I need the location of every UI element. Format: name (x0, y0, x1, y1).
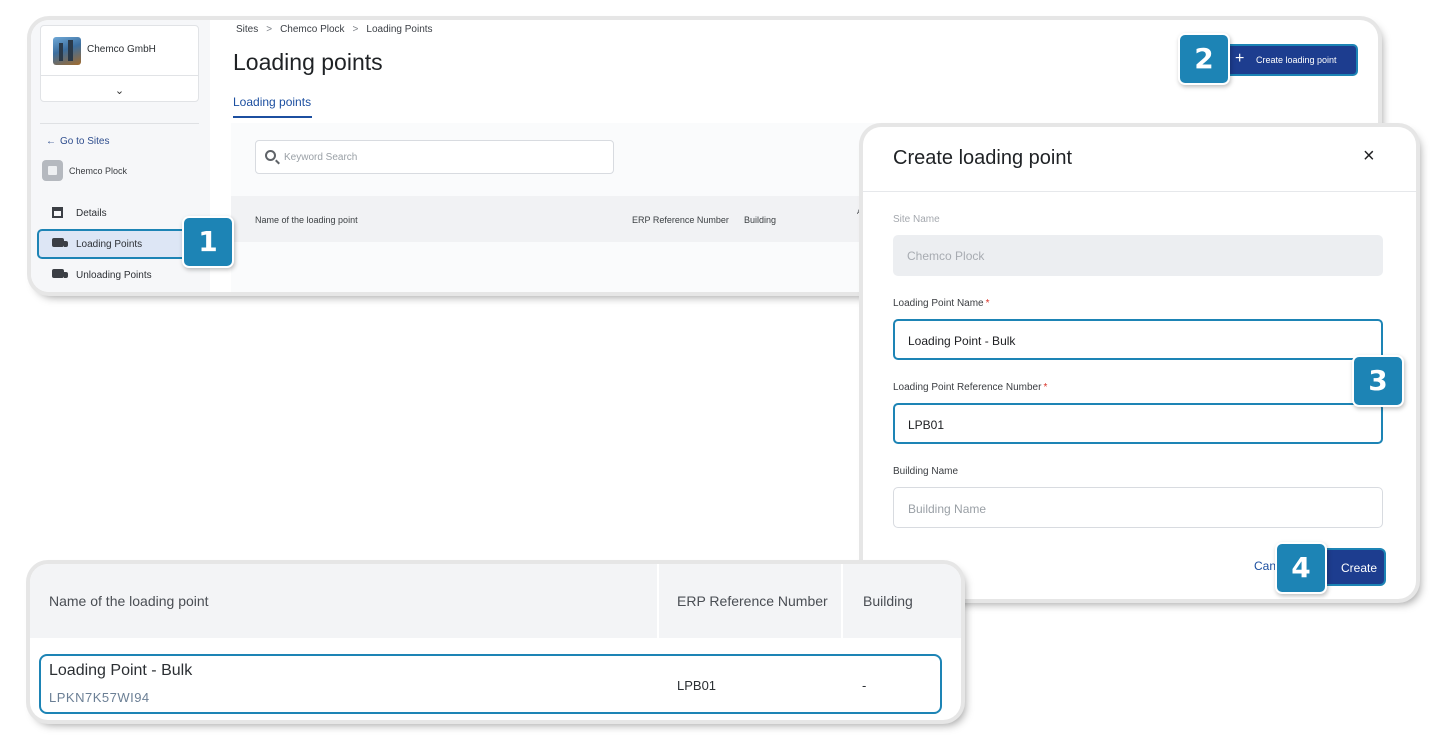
loading-point-name-label-text: Loading Point Name (893, 298, 984, 309)
column-divider (841, 564, 843, 638)
site-name: Chemco Plock (69, 166, 128, 176)
building-name-field[interactable]: Building Name (893, 487, 1383, 528)
row-loading-point-name: Loading Point - Bulk (49, 662, 193, 679)
loading-point-name-value: Loading Point - Bulk (908, 334, 1016, 348)
create-loading-point-dialog: Create loading point × Site Name Chemco … (863, 127, 1416, 599)
arrow-left-icon: ← (46, 136, 56, 147)
sidebar-item-label: Unloading Points (76, 270, 152, 281)
sidebar-item-loading-points[interactable]: Loading Points (39, 231, 187, 257)
step-badge-2: 2 (1178, 33, 1230, 85)
row-building: - (862, 678, 867, 693)
site-icon (42, 160, 63, 181)
loading-point-name-label: Loading Point Name * (893, 298, 990, 309)
required-marker: * (1043, 382, 1048, 393)
tab-underline (233, 116, 312, 118)
column-header-building[interactable]: Building (744, 215, 776, 225)
search-placeholder: Keyword Search (284, 152, 358, 163)
go-to-sites-label: Go to Sites (60, 136, 110, 147)
sidebar-divider (40, 123, 199, 124)
create-loading-point-button[interactable]: + Create loading point (1227, 46, 1356, 74)
dialog-title: Create loading point (893, 147, 1073, 169)
org-switcher[interactable]: Chemco GmbH ⌄ (40, 25, 199, 102)
breadcrumb-sites[interactable]: Sites (236, 24, 258, 35)
step-badge-1: 1 (182, 216, 234, 268)
site-name-field: Chemco Plock (893, 235, 1383, 276)
step-badge-4: 4 (1275, 542, 1327, 594)
tab-loading-points[interactable]: Loading points (233, 95, 311, 109)
reference-number-value: LPB01 (908, 418, 945, 432)
search-input[interactable]: Keyword Search (255, 140, 614, 174)
breadcrumb-separator: > (266, 24, 273, 35)
dialog-divider (863, 191, 1416, 192)
page-title: Loading points (233, 49, 383, 75)
chevron-down-icon[interactable]: ⌄ (41, 84, 198, 97)
breadcrumb-site[interactable]: Chemco Plock (280, 24, 344, 35)
reference-number-label: Loading Point Reference Number * (893, 382, 1047, 393)
org-logo-icon (53, 37, 81, 65)
sidebar-item-label: Loading Points (76, 239, 143, 250)
plus-icon: + (1235, 50, 1245, 67)
go-to-sites-link[interactable]: ← Go to Sites (46, 136, 109, 147)
site-name-label: Site Name (893, 214, 940, 225)
column-header-truncated[interactable]: A (857, 209, 862, 216)
sidebar-item-details[interactable]: Details (39, 200, 187, 226)
building-name-label: Building Name (893, 466, 959, 477)
step-badge-3: 3 (1352, 355, 1404, 407)
building-name-placeholder: Building Name (908, 502, 987, 516)
loading-point-name-field[interactable]: Loading Point - Bulk (893, 319, 1383, 360)
row-loading-point-id: LPKN7K57WI94 (49, 690, 150, 705)
breadcrumb: Sites > Chemco Plock > Loading Points (236, 24, 433, 35)
column-header-building[interactable]: Building (863, 593, 913, 609)
create-button-label: Create (1341, 561, 1378, 575)
breadcrumb-current: Loading Points (366, 24, 433, 35)
column-header-erp[interactable]: ERP Reference Number (677, 593, 828, 609)
column-header-name[interactable]: Name of the loading point (49, 593, 209, 609)
sidebar-item-label: Details (76, 208, 107, 219)
column-divider (657, 564, 659, 638)
truck-icon (52, 238, 68, 249)
sidebar-item-unloading-points[interactable]: Unloading Points (39, 262, 187, 288)
cancel-button[interactable]: Can (1254, 559, 1276, 573)
reference-number-field[interactable]: LPB01 (893, 403, 1383, 444)
row-erp-reference: LPB01 (677, 678, 717, 693)
create-button[interactable]: Create (1321, 550, 1384, 584)
required-marker: * (985, 298, 990, 309)
close-icon[interactable]: × (1363, 145, 1375, 168)
create-loading-point-label: Create loading point (1256, 55, 1337, 65)
org-name: Chemco GmbH (87, 44, 156, 55)
org-row: Chemco GmbH (41, 26, 198, 76)
search-icon (265, 150, 276, 161)
column-header-erp[interactable]: ERP Reference Number (632, 215, 729, 225)
building-icon (52, 207, 64, 218)
breadcrumb-separator: > (352, 24, 359, 35)
truck-icon (52, 269, 68, 280)
reference-number-label-text: Loading Point Reference Number (893, 382, 1042, 393)
column-header-name[interactable]: Name of the loading point (255, 215, 358, 225)
result-table: Name of the loading point ERP Reference … (30, 564, 961, 720)
site-name-value: Chemco Plock (907, 249, 985, 263)
